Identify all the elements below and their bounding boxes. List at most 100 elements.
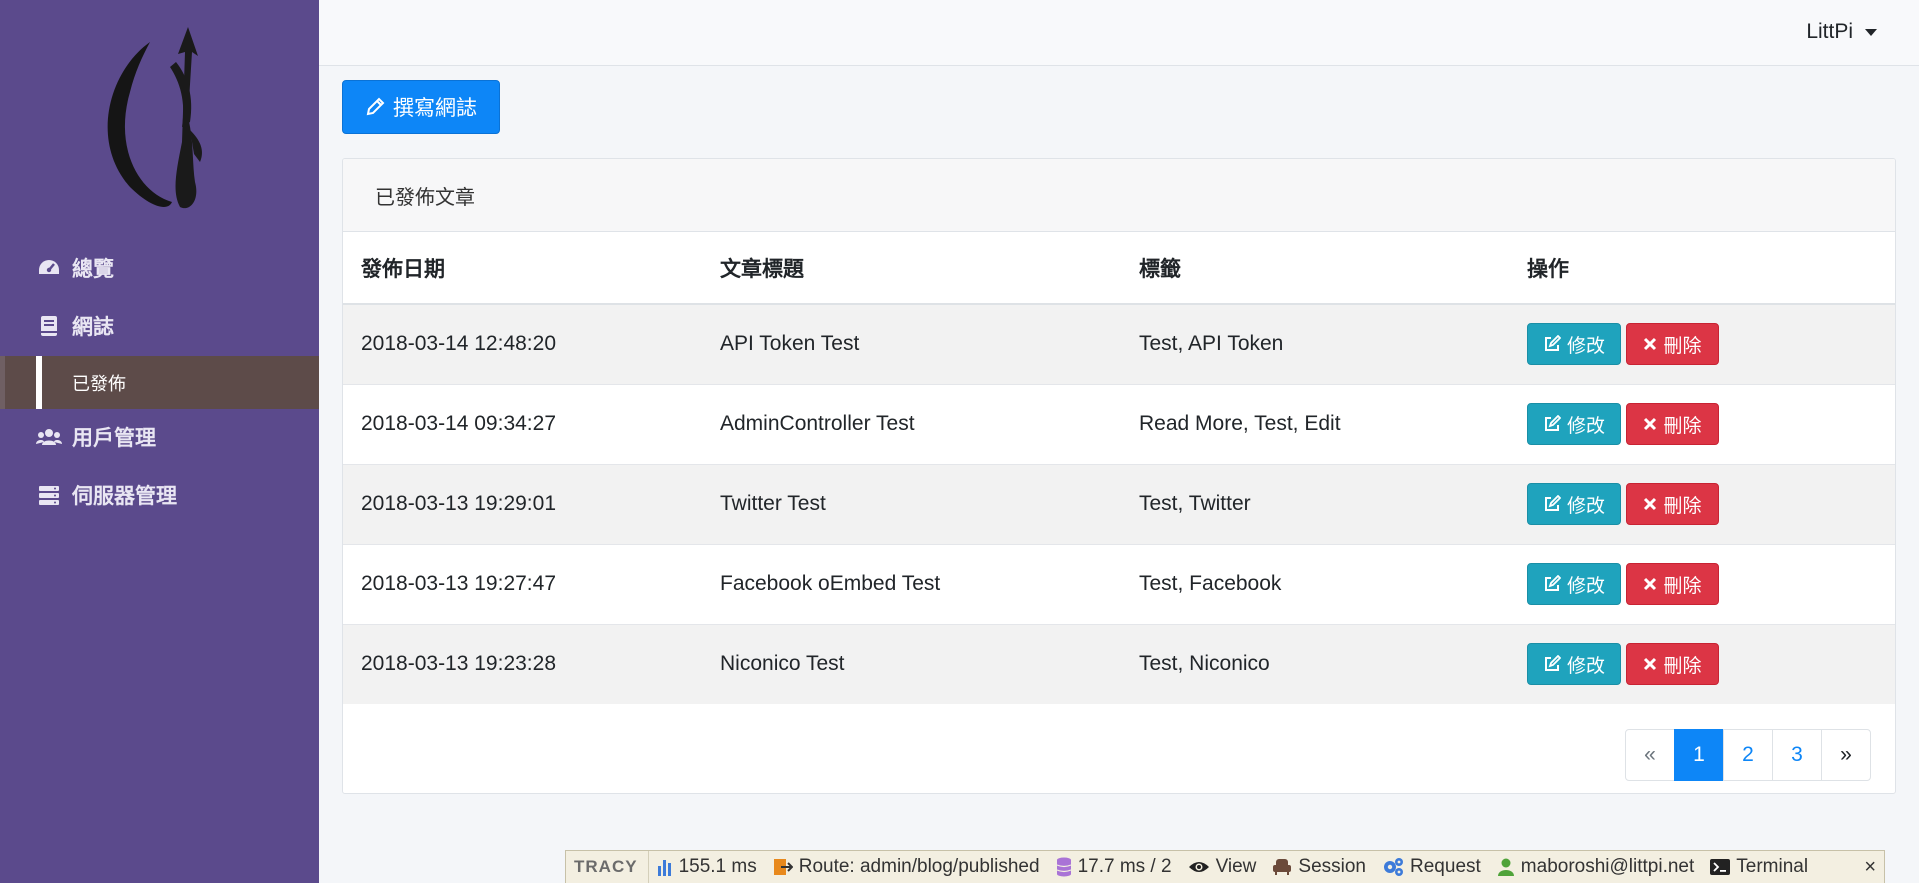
delete-button[interactable]: 刪除 <box>1626 403 1719 445</box>
cell-date: 2018-03-13 19:29:01 <box>343 463 720 544</box>
users-icon <box>36 426 62 448</box>
nav-sub-item-published[interactable]: 已發佈 <box>0 356 319 409</box>
edit-label: 修改 <box>1566 335 1605 357</box>
cell-title: API Token Test <box>720 303 1139 384</box>
edit-button[interactable]: 修改 <box>1527 643 1621 686</box>
edit-button[interactable]: 修改 <box>1527 483 1621 525</box>
tracy-user-value: maboroshi@littpi.net <box>1520 856 1695 877</box>
edit-icon <box>1543 415 1561 433</box>
edit-label: 修改 <box>1566 575 1605 597</box>
nav-item-servers[interactable]: 伺服器管理 <box>0 467 319 523</box>
cell-tags: Test, API Token <box>1139 303 1527 384</box>
cell-tags: Test, Niconico <box>1139 623 1527 704</box>
cell-date: 2018-03-13 19:27:47 <box>343 543 720 624</box>
delete-button[interactable]: 刪除 <box>1626 483 1719 525</box>
edit-icon <box>1543 495 1561 513</box>
delete-label: 刪除 <box>1663 655 1702 677</box>
tracy-time-panel[interactable]: 155.1 ms <box>649 851 765 883</box>
close-icon <box>1643 337 1657 351</box>
nav-item-label: 總覽 <box>72 258 114 281</box>
cell-date: 2018-03-13 19:23:28 <box>343 623 720 704</box>
database-icon <box>1056 857 1072 877</box>
cell-actions: 修改 刪除 <box>1527 623 1895 704</box>
column-header-actions: 操作 <box>1527 232 1895 305</box>
table-row: 2018-03-14 09:34:27 AdminController Test… <box>343 383 1895 464</box>
close-icon <box>1643 497 1657 511</box>
pagination-page-3[interactable]: 3 <box>1772 729 1822 781</box>
sidebar: 總覽 網誌 已發佈 用戶管理 伺服器管理 <box>0 0 319 883</box>
pagination: « 1 2 3 » <box>1625 729 1871 781</box>
delete-button[interactable]: 刪除 <box>1626 643 1719 686</box>
tracy-terminal-label: Terminal <box>1736 856 1809 877</box>
top-navbar: LittPi <box>319 0 1919 66</box>
edit-button[interactable]: 修改 <box>1527 323 1621 366</box>
close-icon <box>1643 657 1657 671</box>
nav-item-label: 伺服器管理 <box>72 485 177 508</box>
edit-label: 修改 <box>1566 415 1605 437</box>
tracy-request-panel[interactable]: Request <box>1374 851 1489 883</box>
terminal-icon <box>1710 859 1731 875</box>
tracy-view-panel[interactable]: View <box>1180 851 1265 883</box>
table-row: 2018-03-13 19:29:01 Twitter Test Test, T… <box>343 463 1895 544</box>
close-icon <box>1643 577 1657 591</box>
site-logo[interactable] <box>90 22 230 220</box>
tracy-database-value: 17.7 ms / 2 <box>1077 856 1172 877</box>
published-posts-card: 已發佈文章 發佈日期 文章標題 標籤 操作 2018-03-14 12:48:2… <box>342 158 1896 794</box>
column-header-date: 發佈日期 <box>343 232 720 305</box>
tracy-logo[interactable]: TRACY <box>566 850 649 883</box>
nav-item-blog[interactable]: 網誌 <box>0 298 319 354</box>
cell-title: Facebook oEmbed Test <box>720 543 1139 624</box>
cell-title: AdminController Test <box>720 383 1139 464</box>
delete-label: 刪除 <box>1663 335 1702 357</box>
cell-date: 2018-03-14 12:48:20 <box>343 303 720 384</box>
cell-tags: Read More, Test, Edit <box>1139 383 1527 464</box>
cell-tags: Test, Twitter <box>1139 463 1527 544</box>
cell-actions: 修改 刪除 <box>1527 383 1895 464</box>
tracy-route-value: Route: admin/blog/published <box>798 856 1040 877</box>
delete-label: 刪除 <box>1663 495 1702 517</box>
tracy-session-label: Session <box>1298 856 1367 877</box>
tracy-view-label: View <box>1215 856 1257 877</box>
cell-date: 2018-03-14 09:34:27 <box>343 383 720 464</box>
edit-icon <box>1543 575 1561 593</box>
armchair-icon <box>1272 858 1292 876</box>
tracy-close-button[interactable]: × <box>1864 856 1884 879</box>
tracy-user-panel[interactable]: maboroshi@littpi.net <box>1489 851 1702 883</box>
edit-icon <box>1543 335 1561 353</box>
gears-icon <box>1382 857 1404 877</box>
tracy-route-panel[interactable]: Route: admin/blog/published <box>765 851 1048 883</box>
tracy-database-panel[interactable]: 17.7 ms / 2 <box>1048 851 1180 883</box>
pagination-page-2[interactable]: 2 <box>1723 729 1773 781</box>
delete-button[interactable]: 刪除 <box>1626 323 1719 366</box>
user-menu-dropdown[interactable]: LittPi <box>1806 20 1877 44</box>
card-title: 已發佈文章 <box>343 159 1895 232</box>
server-icon <box>36 484 62 506</box>
pagination-page-1[interactable]: 1 <box>1674 729 1724 781</box>
pagination-prev[interactable]: « <box>1625 729 1675 781</box>
nav-item-overview[interactable]: 總覽 <box>0 240 319 296</box>
table-header-row: 發佈日期 文章標題 標籤 操作 <box>343 232 1895 305</box>
cell-actions: 修改 刪除 <box>1527 543 1895 624</box>
cell-title: Twitter Test <box>720 463 1139 544</box>
dashboard-icon <box>36 257 62 279</box>
column-header-tags: 標籤 <box>1139 232 1527 305</box>
edit-icon <box>1543 655 1561 673</box>
pagination-next[interactable]: » <box>1821 729 1871 781</box>
nav-item-users[interactable]: 用戶管理 <box>0 409 319 465</box>
cell-actions: 修改 刪除 <box>1527 463 1895 544</box>
write-blog-button[interactable]: 撰寫網誌 <box>342 80 500 134</box>
tracy-session-panel[interactable]: Session <box>1264 851 1374 883</box>
eye-icon <box>1188 860 1210 874</box>
posts-table: 發佈日期 文章標題 標籤 操作 2018-03-14 12:48:20 API … <box>343 232 1895 704</box>
tracy-time-value: 155.1 ms <box>678 856 757 877</box>
nav-sub-item-label: 已發佈 <box>72 373 126 394</box>
cell-title: Niconico Test <box>720 623 1139 704</box>
tracy-terminal-panel[interactable]: Terminal <box>1702 851 1816 883</box>
pencil-icon <box>365 97 385 117</box>
cell-tags: Test, Facebook <box>1139 543 1527 624</box>
user-name: LittPi <box>1806 20 1853 43</box>
edit-button[interactable]: 修改 <box>1527 403 1621 445</box>
caret-down-icon <box>1865 28 1877 36</box>
delete-button[interactable]: 刪除 <box>1626 563 1719 605</box>
edit-button[interactable]: 修改 <box>1527 563 1621 605</box>
